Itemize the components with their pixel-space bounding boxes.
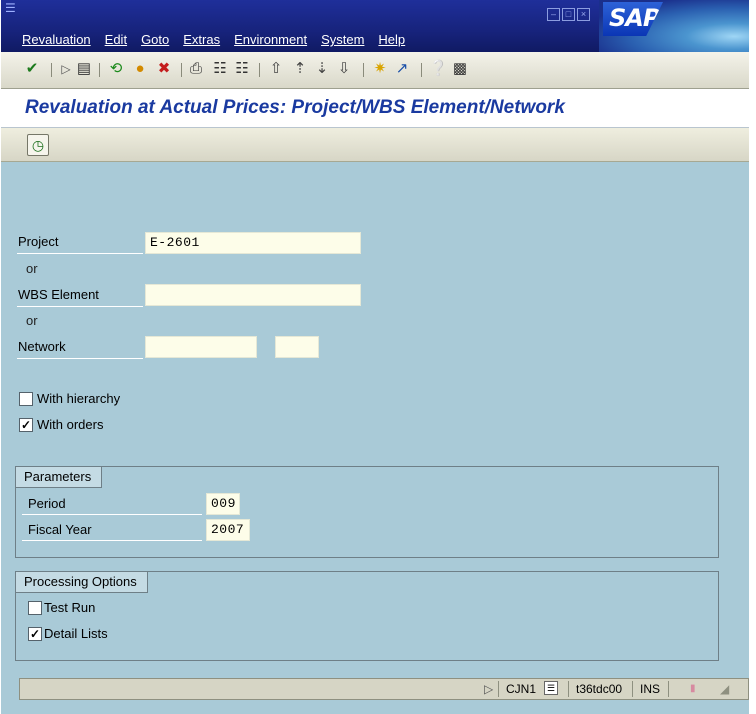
menu-goto[interactable]: Goto (134, 32, 176, 47)
menu-system[interactable]: System (314, 32, 371, 47)
with-hierarchy-label: With hierarchy (37, 391, 121, 406)
menu-edit[interactable]: Edit (98, 32, 134, 47)
detail-lists-label: Detail Lists (44, 626, 108, 641)
minimize-icon[interactable]: – (547, 8, 560, 21)
status-bar: ▷ CJN1 ☰ t36tdc00 INS ▮ ◢ (19, 678, 749, 700)
toolbar-separator (51, 63, 52, 77)
menu-revaluation[interactable]: Revaluation (15, 32, 98, 47)
sap-logo: SAP (603, 2, 663, 36)
save-icon[interactable]: ▤ (75, 60, 93, 78)
period-input[interactable]: 009 (206, 493, 240, 515)
processing-options-group-title: Processing Options (16, 572, 148, 593)
project-label: Project (18, 234, 59, 249)
status-separator (668, 681, 669, 697)
status-separator (498, 681, 499, 697)
window-controls: – □ × (547, 8, 590, 21)
create-session-icon[interactable]: ✷ (371, 60, 389, 78)
network-input[interactable] (145, 336, 257, 358)
command-field-arrow-icon[interactable]: ▷ (57, 60, 75, 78)
find-next-icon[interactable]: ☷ (233, 60, 251, 78)
application-toolbar: ◷ (1, 128, 749, 162)
system-info-icon[interactable]: ☰ (544, 681, 558, 695)
menu-environment[interactable]: Environment (227, 32, 314, 47)
menu-bar: ☰ Revaluation Edit Goto Extras Environme… (1, 0, 749, 52)
sap-logo-area: SAP (599, 0, 749, 52)
toolbar-separator (421, 63, 422, 77)
menu-extras[interactable]: Extras (176, 32, 227, 47)
execute-button[interactable]: ◷ (27, 134, 49, 156)
previous-page-icon[interactable]: ⇡ (291, 60, 309, 78)
standard-toolbar: ✔ ▷ ▤ ⟲ ● ✖ ⎙ ☷ ☷ ⇧ ⇡ ⇣ ⇩ ✷ ↗ ❔ ▩ (1, 52, 749, 89)
wbs-element-input[interactable] (145, 284, 361, 306)
test-run-checkbox[interactable] (28, 601, 42, 615)
last-page-icon[interactable]: ⇩ (335, 60, 353, 78)
maximize-icon[interactable]: □ (562, 8, 575, 21)
period-label: Period (28, 496, 66, 511)
connection-lock-icon: ▮ (690, 683, 696, 694)
label-underline (22, 540, 202, 541)
next-page-icon[interactable]: ⇣ (313, 60, 331, 78)
menu-help[interactable]: Help (371, 32, 412, 47)
parameters-group: Parameters Period 009 Fiscal Year 2007 (15, 466, 719, 558)
label-underline (17, 358, 143, 359)
find-icon[interactable]: ☷ (211, 60, 229, 78)
with-orders-checkbox[interactable]: ✓ (19, 418, 33, 432)
cancel-icon[interactable]: ✖ (155, 60, 173, 78)
parameters-group-title: Parameters (16, 467, 103, 488)
close-icon[interactable]: × (577, 8, 590, 21)
toolbar-separator (363, 63, 364, 77)
status-separator (568, 681, 569, 697)
network-activity-input[interactable] (275, 336, 319, 358)
help-icon[interactable]: ❔ (429, 60, 448, 78)
execute-clock-icon: ◷ (31, 137, 45, 153)
detail-lists-checkbox[interactable]: ✓ (28, 627, 42, 641)
toolbar-separator (259, 63, 260, 77)
processing-options-group: Processing Options Test Run ✓ Detail Lis… (15, 571, 719, 661)
toolbar-separator (99, 63, 100, 77)
or-label: or (26, 261, 38, 276)
label-underline (17, 306, 143, 307)
fiscal-year-label: Fiscal Year (28, 522, 92, 537)
fiscal-year-input[interactable]: 2007 (206, 519, 250, 541)
toolbar-separator (181, 63, 182, 77)
or-label: or (26, 313, 38, 328)
sap-window: ☰ Revaluation Edit Goto Extras Environme… (1, 0, 749, 714)
exit-icon[interactable]: ● (131, 60, 149, 78)
print-icon[interactable]: ⎙ (187, 60, 205, 78)
system-menu-icon[interactable]: ☰ (5, 1, 19, 15)
selection-screen: Project E-2601 or WBS Element or Network… (1, 162, 749, 714)
label-underline (17, 253, 143, 254)
layout-menu-icon[interactable]: ▩ (451, 60, 469, 78)
with-orders-label: With orders (37, 417, 104, 432)
network-label: Network (18, 339, 66, 354)
back-icon[interactable]: ⟲ (107, 60, 125, 78)
menu: Revaluation Edit Goto Extras Environment… (15, 32, 412, 47)
status-expand-icon[interactable]: ▷ (484, 680, 493, 698)
first-page-icon[interactable]: ⇧ (267, 60, 285, 78)
page-title: Revaluation at Actual Prices: Project/WB… (25, 97, 565, 118)
project-input[interactable]: E-2601 (145, 232, 361, 254)
server-name: t36tdc00 (576, 682, 623, 696)
title-bar: Revaluation at Actual Prices: Project/WB… (1, 89, 749, 128)
enter-icon[interactable]: ✔ (23, 60, 41, 78)
transaction-code: CJN1 (506, 682, 537, 696)
label-underline (22, 514, 202, 515)
test-run-label: Test Run (44, 600, 96, 615)
input-mode: INS (640, 682, 661, 696)
wbs-element-label: WBS Element (18, 287, 99, 302)
status-separator (632, 681, 633, 697)
shortcut-icon[interactable]: ↗ (393, 60, 411, 78)
with-hierarchy-checkbox[interactable] (19, 392, 33, 406)
resize-grip-icon[interactable]: ◢ (720, 680, 729, 698)
